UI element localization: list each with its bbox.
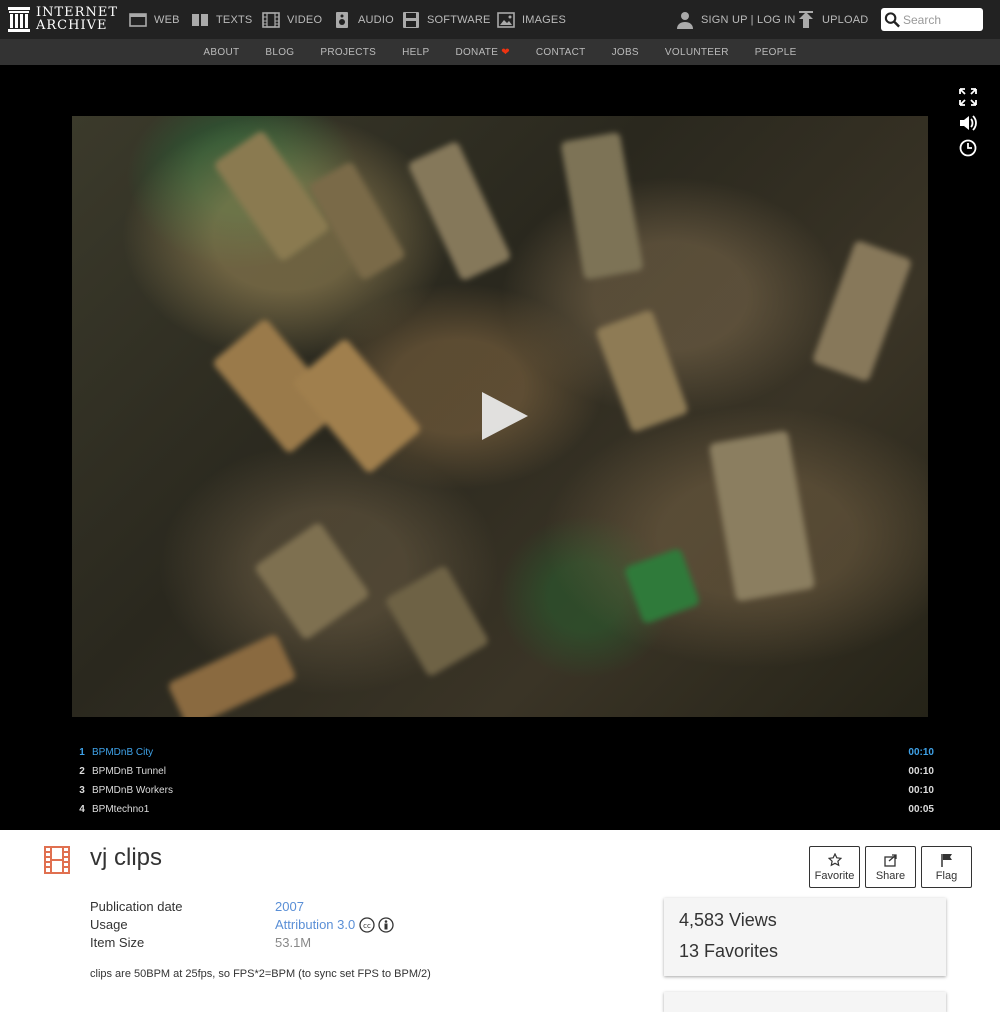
nav-software-label: SOFTWARE	[427, 13, 491, 26]
publication-date-label: Publication date	[90, 899, 183, 914]
share-label: Share	[875, 869, 906, 882]
account-link[interactable]: SIGN UP | LOG IN	[676, 0, 796, 39]
search-icon[interactable]	[884, 11, 901, 29]
subnav-donate-label: DONATE	[455, 46, 499, 58]
nav-audio-label: AUDIO	[358, 13, 394, 26]
playlist-item[interactable]: 4 BPMtechno1 00:05	[72, 800, 938, 819]
speaker-icon	[336, 11, 348, 28]
search-input[interactable]	[903, 9, 983, 30]
video-player: 1 BPMDnB City 00:10 2 BPMDnB Tunnel 00:1…	[0, 65, 1000, 830]
sign-up-log-in-link[interactable]: SIGN UP | LOG IN	[701, 14, 796, 26]
usage-label: Usage	[90, 917, 128, 932]
subnav-projects[interactable]: PROJECTS	[307, 47, 389, 58]
track-title[interactable]: BPMDnB City	[92, 747, 878, 758]
track-title[interactable]: BPMtechno1	[92, 804, 878, 815]
share-button[interactable]: Share	[865, 846, 916, 888]
web-icon	[129, 12, 147, 27]
item-stats-panel: 4,583 Views 13 Favorites	[664, 898, 946, 976]
video-frame[interactable]	[72, 116, 928, 717]
upload-link[interactable]: UPLOAD	[797, 0, 868, 39]
share-icon	[883, 853, 897, 867]
image-icon	[497, 11, 515, 28]
playlist-item[interactable]: 3 BPMDnB Workers 00:10	[72, 781, 938, 800]
favorite-button[interactable]: Favorite	[809, 846, 860, 888]
playlist: 1 BPMDnB City 00:10 2 BPMDnB Tunnel 00:1…	[72, 743, 938, 819]
nav-texts[interactable]: TEXTS	[191, 0, 252, 39]
movies-film-icon	[44, 846, 70, 874]
subnav-people[interactable]: PEOPLE	[742, 47, 810, 58]
track-duration: 00:05	[908, 804, 934, 815]
secondary-panel	[664, 992, 946, 1012]
item-description: clips are 50BPM at 25fps, so FPS*2=BPM (…	[90, 968, 431, 980]
subnav-donate[interactable]: DONATE ❤	[442, 47, 522, 58]
cc-license-icon: cc	[359, 917, 375, 933]
usage-row: Usage Attribution 3.0 cc	[90, 917, 394, 933]
playlist-item[interactable]: 1 BPMDnB City 00:10	[72, 743, 938, 762]
track-duration: 00:10	[908, 766, 934, 777]
volume-icon[interactable]	[958, 113, 978, 133]
film-icon	[262, 11, 280, 28]
publication-date-row: Publication date 2007	[90, 899, 304, 914]
subnav-volunteer[interactable]: VOLUNTEER	[652, 47, 742, 58]
top-navigation-bar: INTERNET ARCHIVE WEB TEXTS VIDEO AUDIO S…	[0, 0, 1000, 39]
item-size-label: Item Size	[90, 935, 145, 950]
clock-icon[interactable]	[958, 138, 978, 158]
track-number: 2	[79, 766, 85, 777]
favorite-label: Favorite	[814, 869, 855, 882]
flag-icon	[940, 853, 952, 867]
track-title[interactable]: BPMDnB Tunnel	[92, 766, 878, 777]
item-details: vj clips Favorite Share Flag Publication…	[0, 830, 1000, 1012]
views-count: 4,583 Views	[679, 910, 777, 930]
star-icon	[827, 852, 842, 866]
track-title[interactable]: BPMDnB Workers	[92, 785, 878, 796]
nav-web[interactable]: WEB	[129, 0, 180, 39]
attribution-icon	[378, 917, 394, 933]
archive-building-icon	[8, 6, 30, 32]
svg-text:cc: cc	[363, 922, 371, 930]
nav-texts-label: TEXTS	[216, 13, 253, 26]
flag-button[interactable]: Flag	[921, 846, 972, 888]
secondary-navigation: ABOUT BLOG PROJECTS HELP DONATE ❤ CONTACT…	[0, 39, 1000, 65]
track-number: 1	[79, 747, 85, 758]
play-button[interactable]	[482, 392, 528, 440]
heart-icon: ❤	[501, 46, 510, 58]
nav-software[interactable]: SOFTWARE	[402, 0, 491, 39]
nav-audio[interactable]: AUDIO	[333, 0, 394, 39]
item-actions: Favorite Share Flag	[804, 846, 972, 888]
usage-value[interactable]: Attribution 3.0	[275, 917, 355, 933]
nav-web-label: WEB	[154, 13, 180, 26]
subnav-jobs[interactable]: JOBS	[599, 47, 652, 58]
logo-line-2: ARCHIVE	[36, 18, 108, 33]
track-duration: 00:10	[908, 785, 934, 796]
playlist-item[interactable]: 2 BPMDnB Tunnel 00:10	[72, 762, 938, 781]
upload-icon	[799, 10, 813, 28]
track-duration: 00:10	[908, 747, 934, 758]
subnav-contact[interactable]: CONTACT	[523, 47, 599, 58]
nav-video-label: VIDEO	[287, 13, 323, 26]
item-title: vj clips	[90, 844, 163, 871]
book-icon	[192, 13, 208, 26]
subnav-blog[interactable]: BLOG	[252, 47, 307, 58]
flag-label: Flag	[935, 869, 958, 882]
fullscreen-icon[interactable]	[958, 87, 978, 107]
nav-images[interactable]: IMAGES	[497, 0, 566, 39]
user-icon	[677, 11, 693, 29]
item-size-value: 53.1M	[275, 935, 312, 950]
publication-date-value[interactable]: 2007	[275, 899, 304, 914]
internet-archive-logo[interactable]: INTERNET ARCHIVE	[8, 6, 118, 32]
subnav-about[interactable]: ABOUT	[190, 47, 252, 58]
track-number: 4	[79, 804, 85, 815]
floppy-icon	[403, 11, 419, 28]
nav-images-label: IMAGES	[522, 13, 566, 26]
track-number: 3	[79, 785, 85, 796]
upload-label: UPLOAD	[822, 13, 869, 26]
search-box[interactable]	[881, 8, 983, 31]
favorites-count: 13 Favorites	[679, 941, 779, 961]
item-size-row: Item Size 53.1M	[90, 935, 311, 950]
nav-video[interactable]: VIDEO	[262, 0, 322, 39]
subnav-help[interactable]: HELP	[389, 47, 442, 58]
